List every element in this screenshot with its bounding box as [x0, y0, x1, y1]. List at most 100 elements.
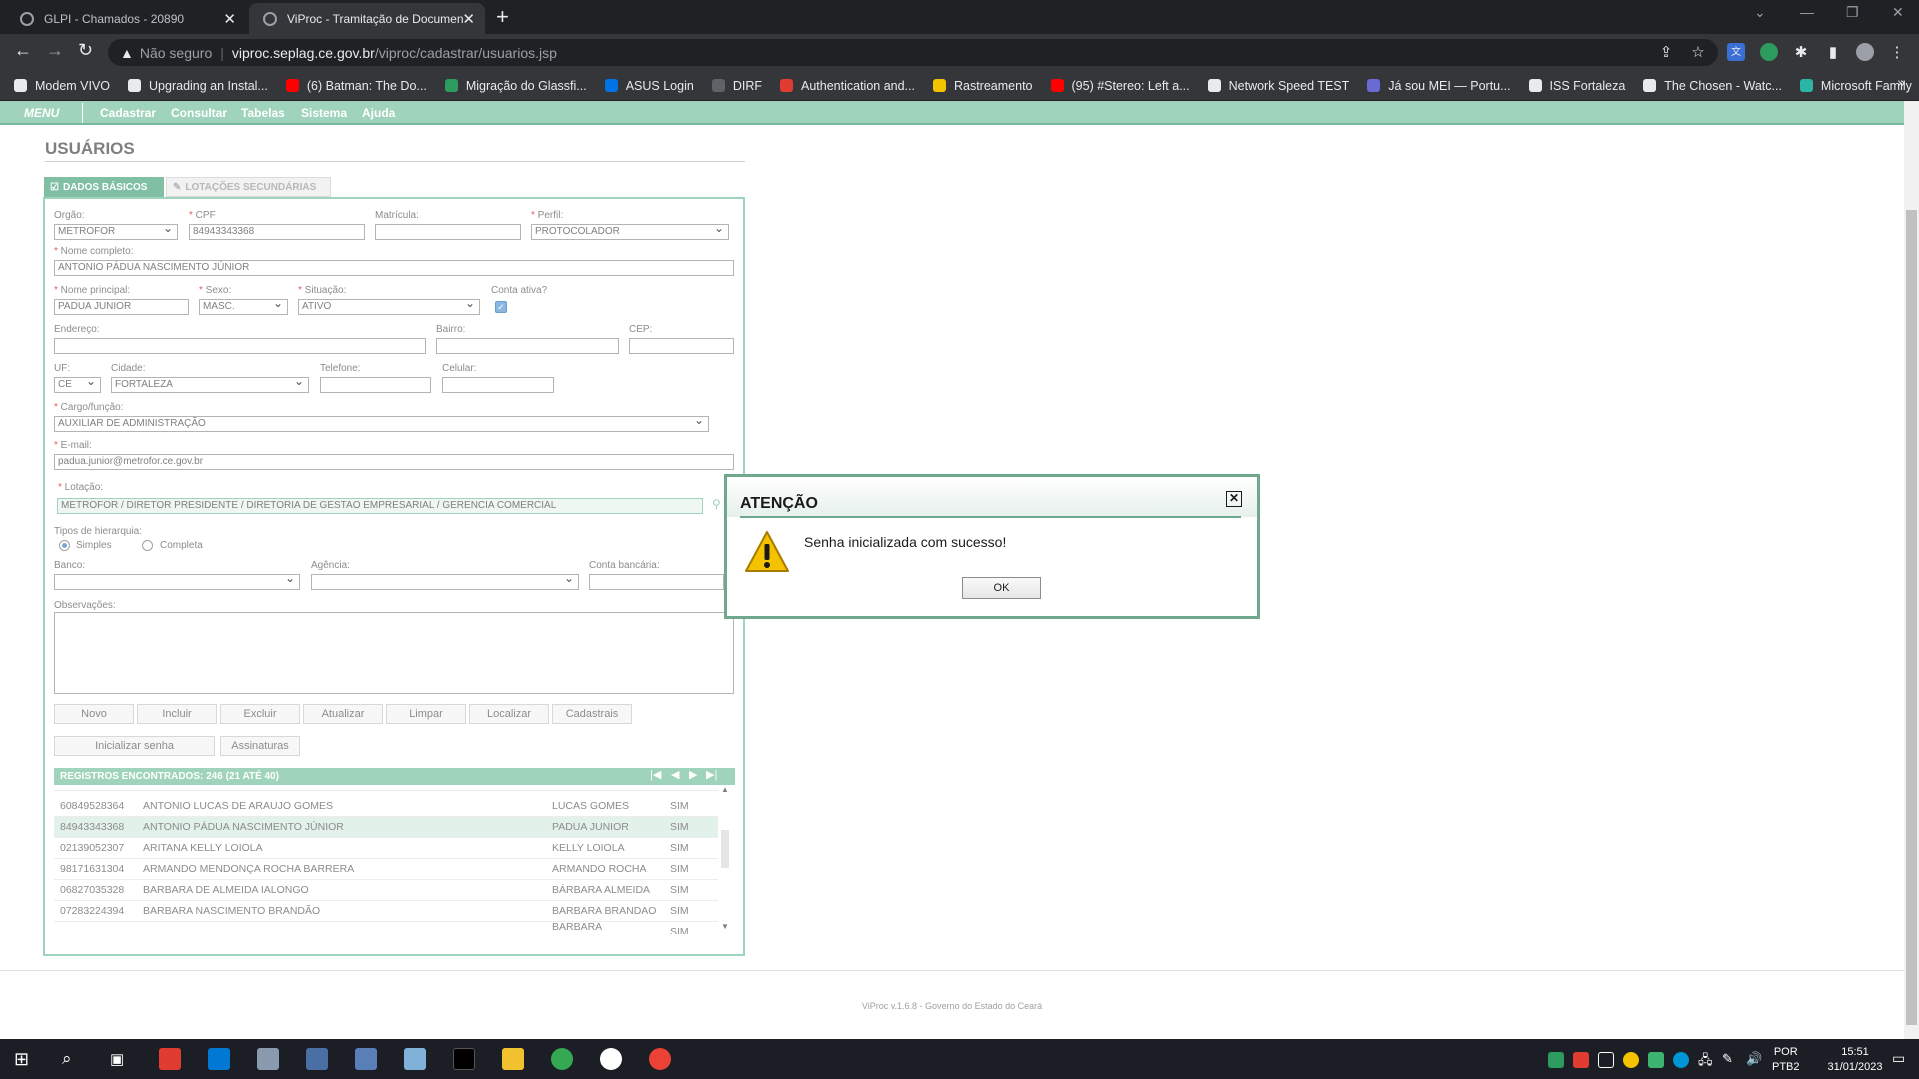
- scroll-down-icon[interactable]: ▼: [721, 922, 729, 931]
- close-window-icon[interactable]: ✕: [1892, 4, 1904, 21]
- table-row-selected[interactable]: 84943343368 ANTONIO PÁDUA NASCIMENTO JÚNI…: [54, 817, 718, 838]
- orgao-select[interactable]: METROFOR: [54, 224, 178, 240]
- github-desktop-icon[interactable]: [600, 1048, 622, 1070]
- cargo-select[interactable]: AUXILIAR DE ADMINISTRAÇÃO: [54, 416, 709, 432]
- matricula-input[interactable]: [375, 224, 521, 240]
- address-bar[interactable]: ▲ Não seguro | viproc.seplag.ce.gov.br /…: [108, 39, 1718, 66]
- tray-app-icon[interactable]: [1548, 1052, 1564, 1068]
- table-row[interactable]: 60849528364 ANTONIO LUCAS DE ARAUJO GOMES…: [54, 796, 718, 817]
- situacao-select[interactable]: ATIVO: [298, 299, 480, 315]
- bookmark-item[interactable]: The Chosen - Watc...: [1643, 79, 1782, 93]
- table-row[interactable]: 02139052307 ARITANA KELLY LOIOLA KELLY LOI…: [54, 838, 718, 859]
- file-explorer-icon[interactable]: [502, 1048, 524, 1070]
- bookmark-item[interactable]: Migração do Glassfi...: [444, 79, 587, 93]
- menu-consultar[interactable]: Consultar: [171, 106, 227, 120]
- uf-select[interactable]: CE: [54, 377, 101, 393]
- limpar-button[interactable]: Limpar: [386, 704, 466, 724]
- incluir-button[interactable]: Incluir: [137, 704, 217, 724]
- cpf-input[interactable]: 84943343368: [189, 224, 365, 240]
- bookmark-item[interactable]: Modem VIVO: [14, 79, 110, 93]
- bookmark-item[interactable]: (95) #Stereo: Left a...: [1050, 79, 1190, 93]
- bookmark-item[interactable]: DIRF: [711, 79, 762, 93]
- anydesk-icon[interactable]: [159, 1048, 181, 1070]
- table-row-partial[interactable]: BARBARA SIM: [54, 922, 718, 934]
- hierarquia-completa-radio[interactable]: [142, 540, 153, 551]
- cadastrais-button[interactable]: Cadastrais: [552, 704, 632, 724]
- menu-cadastrar[interactable]: Cadastrar: [100, 106, 156, 120]
- search-icon[interactable]: ⌕: [62, 1049, 72, 1069]
- browser-tab-viproc[interactable]: ViProc - Tramitação de Documen ✕: [249, 3, 485, 34]
- reload-icon[interactable]: ↻: [78, 40, 93, 61]
- bookmark-item[interactable]: Microsoft Family: [1799, 79, 1912, 93]
- notification-icon[interactable]: ▭: [1892, 1050, 1905, 1067]
- lotacao-input[interactable]: METROFOR / DIRETOR PRESIDENTE / DIRETORI…: [57, 498, 703, 514]
- translate-extension-icon[interactable]: 文: [1727, 43, 1745, 61]
- bookmark-item[interactable]: Upgrading an Instal...: [128, 79, 268, 93]
- page-scrollbar-thumb[interactable]: [1906, 210, 1917, 1025]
- table-row[interactable]: 98171631304 ARMANDO MENDONÇA ROCHA BARRER…: [54, 859, 718, 880]
- observacoes-textarea[interactable]: [54, 612, 734, 694]
- menu-tabelas[interactable]: Tabelas: [241, 106, 285, 120]
- tray-window-icon[interactable]: [1598, 1052, 1614, 1068]
- dialog-close-icon[interactable]: ✕: [1226, 491, 1242, 507]
- close-tab-icon[interactable]: ✕: [462, 10, 475, 28]
- email-input[interactable]: padua.junior@metrofor.ce.gov.br: [54, 454, 734, 470]
- extension-icon[interactable]: [1760, 43, 1778, 61]
- back-icon[interactable]: ←: [14, 40, 32, 61]
- clock[interactable]: 15:51 31/01/2023: [1825, 1045, 1885, 1075]
- celular-input[interactable]: [442, 377, 554, 393]
- excluir-button[interactable]: Excluir: [220, 704, 300, 724]
- menu-ajuda[interactable]: Ajuda: [362, 106, 395, 120]
- bookmark-item[interactable]: ISS Fortaleza: [1528, 79, 1625, 93]
- agencia-select[interactable]: [311, 574, 579, 590]
- store-icon[interactable]: [208, 1048, 230, 1070]
- table-row[interactable]: 07283224394 BARBARA NASCIMENTO BRANDÃO BAR…: [54, 901, 718, 922]
- tray-norton-icon[interactable]: [1623, 1052, 1639, 1068]
- grid-scrollbar[interactable]: ▲ ▼: [718, 785, 732, 935]
- endereco-input[interactable]: [54, 338, 426, 354]
- tray-hp-icon[interactable]: [1673, 1052, 1689, 1068]
- bookmark-item[interactable]: Authentication and...: [780, 79, 915, 93]
- chrome-icon[interactable]: [551, 1048, 573, 1070]
- telefone-input[interactable]: [320, 377, 431, 393]
- tab-dados-basicos[interactable]: ☑ DADOS BÁSICOS: [44, 177, 164, 197]
- conta-bancaria-input[interactable]: [589, 574, 724, 590]
- prev-page-icon[interactable]: ◀: [671, 768, 679, 781]
- share-icon[interactable]: ⇪: [1657, 43, 1675, 61]
- tab-search-icon[interactable]: ⌄: [1754, 4, 1766, 21]
- new-tab-icon[interactable]: +: [496, 4, 509, 30]
- profile-avatar[interactable]: [1856, 43, 1874, 61]
- conta-ativa-checkbox[interactable]: ✓: [495, 301, 507, 313]
- search-icon[interactable]: ⚲: [712, 497, 721, 511]
- bookmark-item[interactable]: Rastreamento: [932, 79, 1033, 93]
- tab-lotacoes-secundarias[interactable]: ✎ LOTAÇÕES SECUNDÁRIAS: [166, 177, 331, 197]
- tray-shield-icon[interactable]: [1648, 1052, 1664, 1068]
- cidade-select[interactable]: FORTALEZA: [111, 377, 309, 393]
- chrome-profile-icon[interactable]: [649, 1048, 671, 1070]
- minimize-icon[interactable]: —: [1800, 4, 1814, 20]
- hierarquia-simples-radio[interactable]: [59, 540, 70, 551]
- bookmarks-overflow-icon[interactable]: »: [1897, 74, 1905, 90]
- network-icon[interactable]: 🖧: [1698, 1051, 1713, 1073]
- table-row[interactable]: 06827035328 BARBARA DE ALMEIDA IALONGO BÁR…: [54, 880, 718, 901]
- side-panel-icon[interactable]: ▮: [1824, 43, 1842, 61]
- virtualbox-icon[interactable]: [355, 1048, 377, 1070]
- localizar-button[interactable]: Localizar: [469, 704, 549, 724]
- forward-icon[interactable]: →: [46, 40, 64, 61]
- nome-completo-input[interactable]: ANTONIO PÁDUA NASCIMENTO JÚNIOR: [54, 260, 734, 276]
- last-page-icon[interactable]: ▶|: [706, 768, 717, 781]
- grid-scroll-thumb[interactable]: [721, 830, 729, 868]
- bookmark-item[interactable]: Network Speed TEST: [1207, 79, 1349, 93]
- cep-input[interactable]: [629, 338, 734, 354]
- app-icon[interactable]: [306, 1048, 328, 1070]
- ok-button[interactable]: OK: [962, 577, 1041, 599]
- menu-sistema[interactable]: Sistema: [301, 106, 347, 120]
- assinaturas-button[interactable]: Assinaturas: [220, 736, 300, 756]
- banco-select[interactable]: [54, 574, 300, 590]
- sexo-select[interactable]: MASC.: [199, 299, 288, 315]
- language-indicator[interactable]: POR PTB2: [1772, 1045, 1800, 1075]
- restore-icon[interactable]: ❐: [1846, 4, 1859, 21]
- menu-label[interactable]: MENU: [24, 106, 59, 120]
- first-page-icon[interactable]: |◀: [650, 768, 661, 781]
- novo-button[interactable]: Novo: [54, 704, 134, 724]
